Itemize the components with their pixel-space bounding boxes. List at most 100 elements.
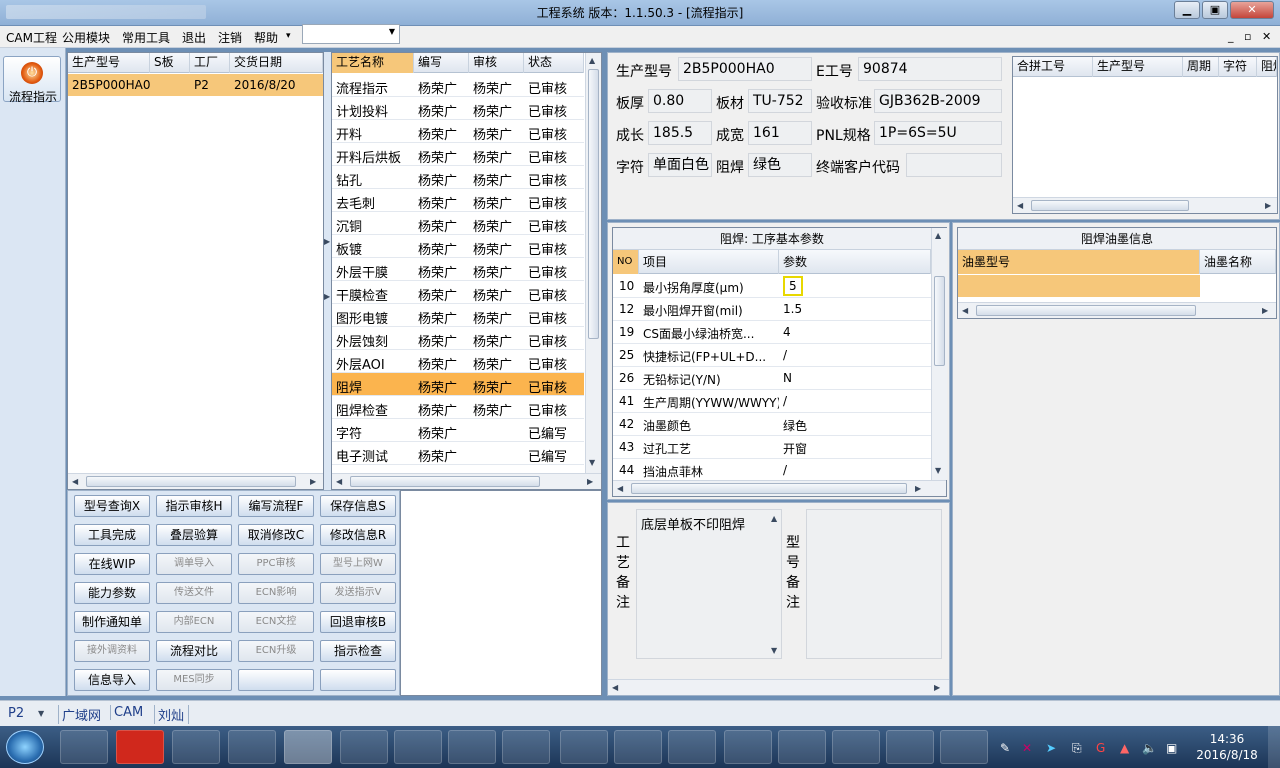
length-field[interactable]: 185.5 — [648, 121, 712, 145]
action-button-3-0[interactable]: 能力参数 — [74, 582, 150, 604]
scroll-right-icon[interactable]: ▶ — [934, 683, 940, 692]
volume-icon[interactable]: 🔈 — [1142, 741, 1157, 755]
col-model[interactable]: 生产型号 — [68, 53, 150, 73]
scroll-right-icon[interactable]: ▶ — [915, 484, 921, 493]
tray-icon[interactable]: ✕ — [1022, 741, 1032, 755]
model-note-field[interactable] — [806, 509, 942, 659]
tray-icon[interactable]: ➤ — [1046, 741, 1056, 755]
table-row[interactable]: 10 最小拐角厚度(μm) 5 — [613, 275, 931, 298]
scroll-right-icon[interactable]: ▶ — [587, 477, 593, 486]
action-button-1-1[interactable]: 叠层验算 — [156, 524, 232, 546]
table-row[interactable]: 计划投料 杨荣广 杨荣广 已审核 — [332, 97, 584, 120]
scroll-thumb[interactable] — [631, 483, 907, 494]
col-merge-model[interactable]: 生产型号 — [1093, 57, 1183, 77]
table-row[interactable]: 去毛刺 杨荣广 杨荣广 已审核 — [332, 189, 584, 212]
action-button-0-1[interactable]: 指示审核H — [156, 495, 232, 517]
col-process-name[interactable]: 工艺名称 — [332, 53, 414, 73]
excel-icon[interactable] — [340, 730, 388, 764]
scroll-right-icon[interactable]: ▶ — [1265, 201, 1271, 210]
col-param[interactable]: 参数 — [779, 250, 931, 274]
table-row[interactable]: 开料 杨荣广 杨荣广 已审核 — [332, 120, 584, 143]
tray-icon[interactable]: ▲ — [1120, 741, 1129, 755]
scroll-thumb[interactable] — [976, 305, 1196, 316]
action-button-2-2[interactable]: PPC审核 — [238, 553, 314, 575]
action-button-6-3[interactable] — [320, 669, 396, 691]
scroll-down-icon[interactable]: ▼ — [771, 646, 777, 655]
scroll-left-icon[interactable]: ◀ — [962, 306, 968, 315]
xapp-icon[interactable] — [724, 730, 772, 764]
table-row[interactable] — [958, 275, 1200, 297]
eye-app-icon[interactable] — [668, 730, 716, 764]
col-merge-no[interactable]: 合拼工号 — [1013, 57, 1093, 77]
col-merge-char[interactable]: 字符 — [1219, 57, 1257, 77]
horizontal-scrollbar[interactable]: ◀ ▶ — [958, 302, 1276, 318]
flow-instruction-button[interactable]: ⏻ 流程指示 — [3, 56, 61, 104]
action-button-2-0[interactable]: 在线WIP — [74, 553, 150, 575]
horizontal-scrollbar[interactable]: ◀ ▶ — [1013, 197, 1277, 213]
horizontal-scrollbar[interactable]: ◀ ▶ — [332, 473, 601, 489]
scroll-thumb[interactable] — [350, 476, 540, 487]
table-row[interactable]: 流程指示 杨荣广 杨荣广 已审核 — [332, 74, 584, 97]
scroll-thumb[interactable] — [1031, 200, 1189, 211]
action-button-0-0[interactable]: 型号查询X — [74, 495, 150, 517]
col-ink-name[interactable]: 油墨名称 — [1200, 250, 1276, 274]
menu-exit[interactable]: 退出 — [182, 29, 206, 46]
action-button-1-0[interactable]: 工具完成 — [74, 524, 150, 546]
table-row[interactable]: 12 最小阻焊开窗(mil) 1.5 — [613, 298, 931, 321]
scroll-down-icon[interactable]: ▼ — [935, 466, 941, 475]
splitter[interactable]: ▶ ▶ — [324, 52, 331, 490]
show-desktop-button[interactable] — [1268, 726, 1280, 768]
col-reviewer[interactable]: 审核 — [469, 53, 524, 73]
action-button-4-2[interactable]: ECN文控 — [238, 611, 314, 633]
table-row[interactable]: 25 快捷标记(FP+UL+D... / — [613, 344, 931, 367]
process-note-field[interactable]: 底层单板不印阻焊 ▲ ▼ — [636, 509, 782, 659]
scroll-left-icon[interactable]: ◀ — [1017, 201, 1023, 210]
action-button-1-3[interactable]: 修改信息R — [320, 524, 396, 546]
col-sboard[interactable]: S板 — [150, 53, 190, 73]
xapp-icon[interactable] — [886, 730, 934, 764]
excel-icon[interactable] — [394, 730, 442, 764]
col-item[interactable]: 项目 — [639, 250, 779, 274]
image-viewer-icon[interactable] — [614, 730, 662, 764]
tray-icon[interactable]: ✎ — [1000, 741, 1010, 755]
pnl-field[interactable]: 1P=6S=5U — [874, 121, 1002, 145]
table-row[interactable]: 阻焊 杨荣广 杨荣广 已审核 — [332, 373, 584, 396]
col-factory[interactable]: 工厂 — [190, 53, 230, 73]
action-button-0-2[interactable]: 编写流程F — [238, 495, 314, 517]
table-row[interactable]: 44 挡油点菲林 / — [613, 459, 931, 480]
table-row[interactable]: 外层AOI 杨荣广 杨荣广 已审核 — [332, 350, 584, 373]
scroll-up-icon[interactable]: ▲ — [589, 56, 595, 65]
xapp-icon[interactable] — [832, 730, 880, 764]
action-button-4-3[interactable]: 回退审核B — [320, 611, 396, 633]
horizontal-scrollbar[interactable]: ◀ ▶ — [68, 473, 323, 489]
col-writer[interactable]: 编写 — [414, 53, 469, 73]
table-row[interactable]: 电子测试 杨荣广 已编写 — [332, 442, 584, 465]
action-button-2-1[interactable]: 调单导入 — [156, 553, 232, 575]
action-button-5-2[interactable]: ECN升级 — [238, 640, 314, 662]
action-button-1-2[interactable]: 取消修改C — [238, 524, 314, 546]
action-button-6-2[interactable] — [238, 669, 314, 691]
scroll-up-icon[interactable]: ▲ — [771, 514, 777, 523]
action-button-3-3[interactable]: 发送指示V — [320, 582, 396, 604]
minimize-button[interactable]: ▁ — [1174, 1, 1200, 19]
scroll-up-icon[interactable]: ▲ — [935, 231, 941, 240]
mdi-close-icon[interactable]: ✕ — [1262, 30, 1271, 43]
table-row[interactable]: 字符 杨荣广 已编写 — [332, 419, 584, 442]
excel-icon[interactable] — [448, 730, 496, 764]
excel-icon[interactable] — [502, 730, 550, 764]
vertical-scrollbar[interactable]: ▲ ▼ — [931, 228, 947, 480]
thickness-field[interactable]: 0.80 — [648, 89, 712, 113]
char-field[interactable]: 单面白色 — [648, 153, 712, 177]
action-button-5-0[interactable]: 接外调资料 — [74, 640, 150, 662]
table-row[interactable]: 43 过孔工艺 开窗 — [613, 436, 931, 459]
col-merge-mask[interactable]: 阻焊 — [1257, 57, 1277, 77]
width-field[interactable]: 161 — [748, 121, 812, 145]
action-button-4-1[interactable]: 内部ECN — [156, 611, 232, 633]
table-row[interactable]: 沉铜 杨荣广 杨荣广 已审核 — [332, 212, 584, 235]
chevron-down-icon[interactable]: ▼ — [38, 709, 44, 718]
tray-icon[interactable]: ⎘ — [1072, 741, 1082, 756]
horizontal-scrollbar[interactable]: ◀ ▶ — [613, 480, 946, 496]
table-row[interactable]: 42 油墨颜色 绿色 — [613, 413, 931, 436]
eno-field[interactable]: 90874 — [858, 57, 1002, 81]
cam-app-icon[interactable] — [284, 730, 332, 764]
